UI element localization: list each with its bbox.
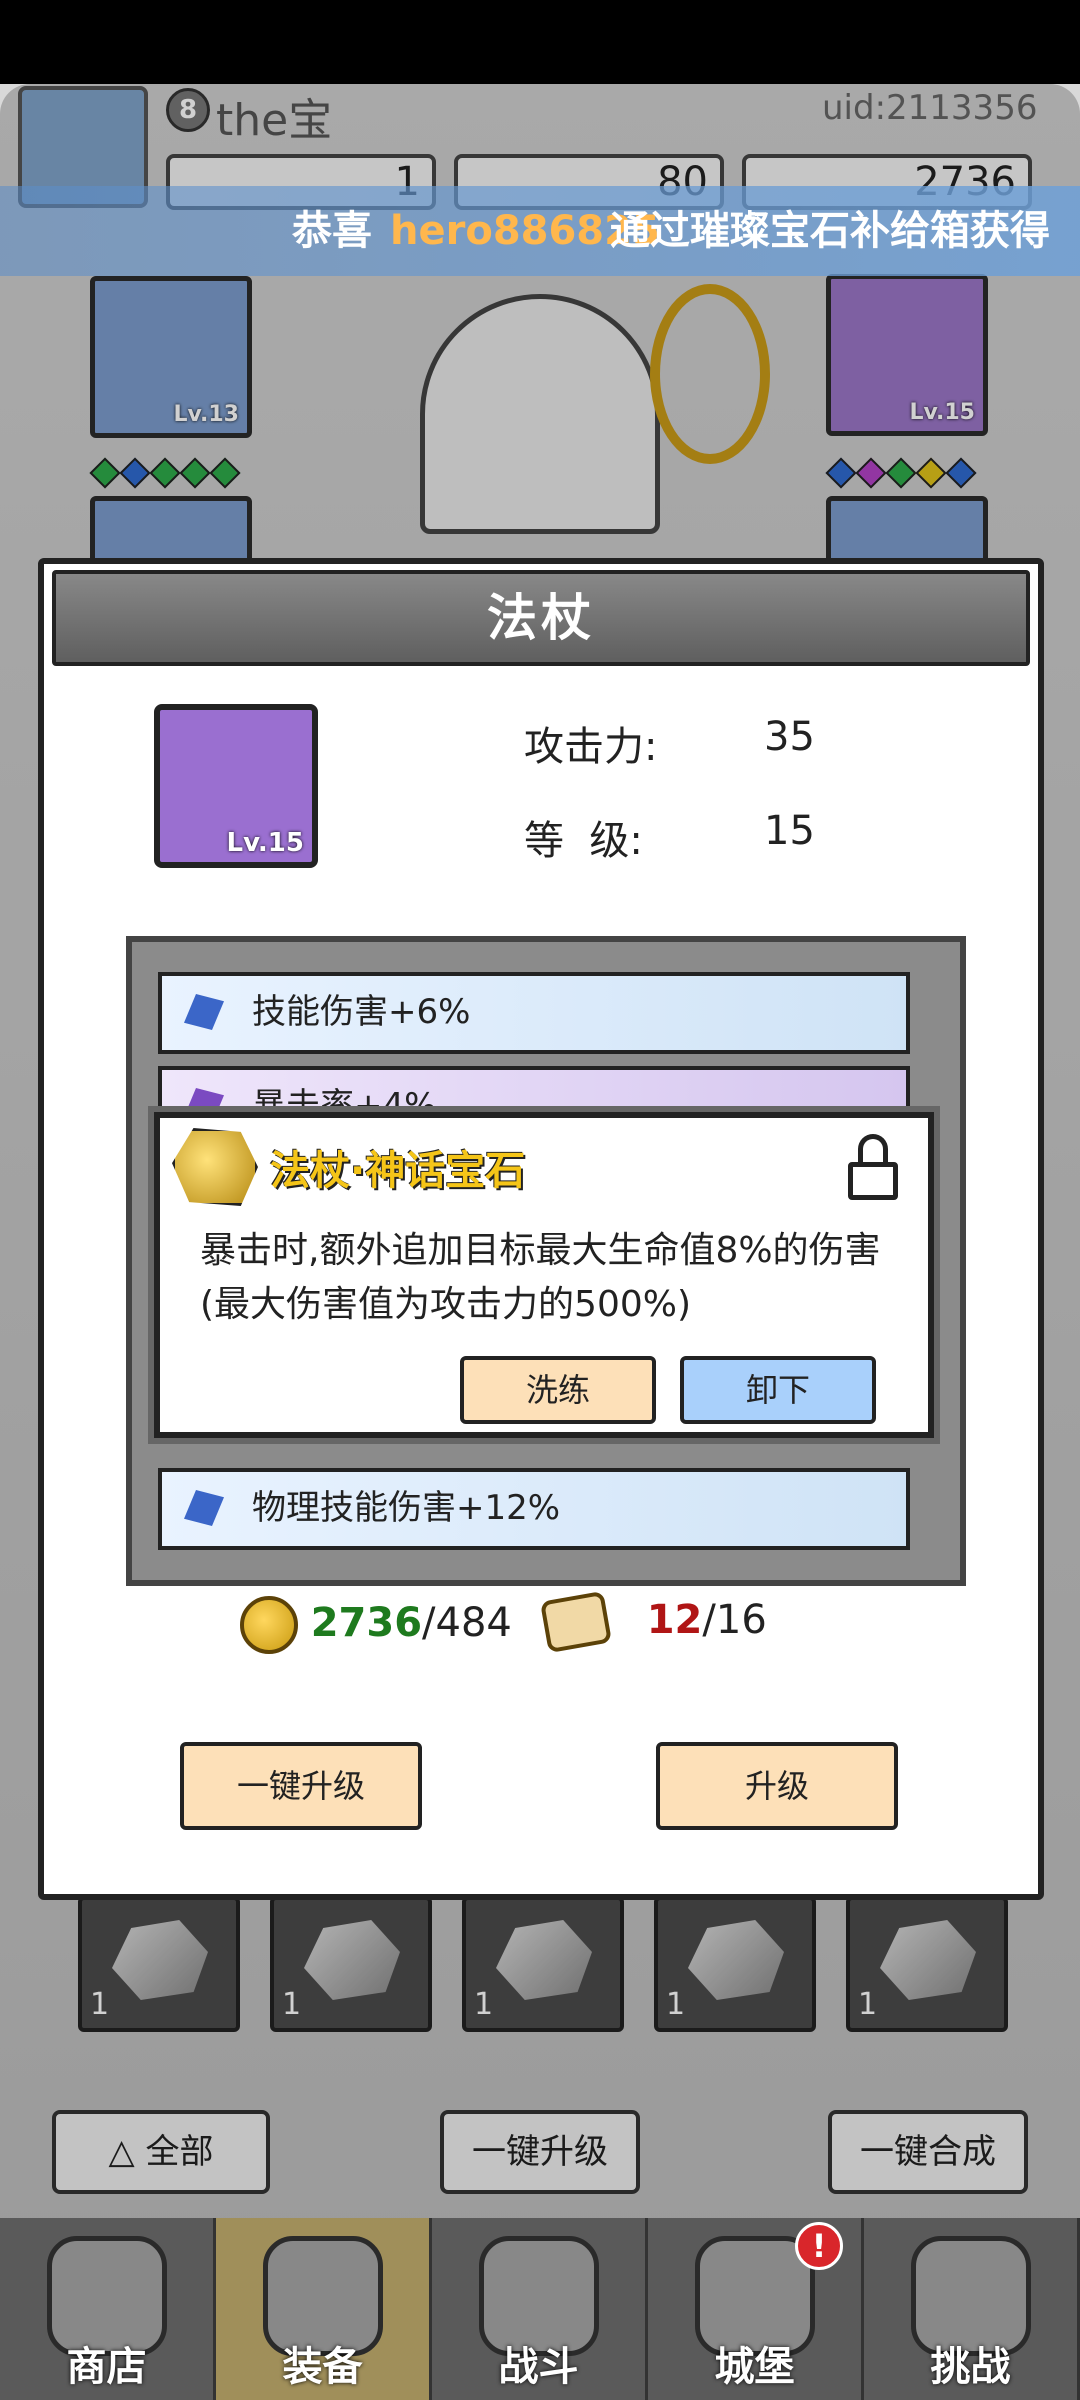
gem-popup-title: 法杖·神话宝石 xyxy=(270,1148,526,1194)
scroll-icon xyxy=(539,1590,613,1654)
gem-description: 暴击时,额外追加目标最大生命值8%的伤害(最大伤害值为攻击力的500%) xyxy=(200,1230,881,1325)
weapon-detail-modal: 法杖 Lv.15 攻击力: 35 等 级: 15 技能伤害+6% 暴击率+4% … xyxy=(38,558,1044,1900)
gem-icon xyxy=(184,994,224,1030)
gold-coin-icon xyxy=(240,1596,298,1654)
unequip-button[interactable]: 卸下 xyxy=(680,1356,876,1424)
announcement-marquee: 恭喜 hero886825 通过璀璨宝石补给箱获得 xyxy=(0,186,1080,276)
nav-battle[interactable]: 战斗 xyxy=(432,2218,648,2400)
gold-need: /484 xyxy=(422,1600,512,1646)
nav-equipment[interactable]: 装备 xyxy=(216,2218,432,2400)
one-key-upgrade-button[interactable]: 一键升级 xyxy=(180,1742,422,1830)
bottom-nav: 商店 装备 战斗 城堡 ! 挑战 xyxy=(0,2218,1080,2400)
mythic-gem-icon xyxy=(172,1128,258,1206)
attack-value: 35 xyxy=(764,714,815,760)
lock-icon[interactable] xyxy=(848,1134,898,1200)
level-label: 等 级: xyxy=(524,818,643,864)
weapon-level-badge: Lv.15 xyxy=(226,828,304,858)
scroll-need: /16 xyxy=(702,1597,767,1643)
marquee-prefix: 恭喜 xyxy=(292,208,372,254)
reforge-button[interactable]: 洗练 xyxy=(460,1356,656,1424)
gem-row[interactable]: 技能伤害+6% xyxy=(158,972,910,1054)
alert-badge-icon: ! xyxy=(795,2222,843,2270)
game-screen: 8 the宝 uid:2113356 1 80 2736 Lv.13 Lv.15… xyxy=(0,0,1080,2400)
gold-cost: 2736/484 xyxy=(240,1596,512,1654)
nav-castle[interactable]: 城堡 ! xyxy=(648,2218,864,2400)
upgrade-button[interactable]: 升级 xyxy=(656,1742,898,1830)
gem-detail-popup: 法杖·神话宝石 暴击时,额外追加目标最大生命值8%的伤害(最大伤害值为攻击力的5… xyxy=(154,1112,934,1438)
weapon-icon: Lv.15 xyxy=(154,704,318,868)
marquee-suffix: 通过璀璨宝石补给箱获得 xyxy=(610,208,1050,254)
modal-title: 法杖 xyxy=(52,570,1030,666)
attack-label: 攻击力: xyxy=(524,724,658,770)
nav-challenge[interactable]: 挑战 xyxy=(864,2218,1080,2400)
gem-row[interactable]: 物理技能伤害+12% xyxy=(158,1468,910,1550)
scroll-cost: 12/16 xyxy=(539,1590,767,1654)
status-bar-area xyxy=(0,0,1080,84)
level-value: 15 xyxy=(764,808,815,854)
nav-shop[interactable]: 商店 xyxy=(0,2218,216,2400)
gold-have: 2736 xyxy=(310,1600,423,1646)
scroll-have: 12 xyxy=(646,1597,703,1643)
gem-icon xyxy=(184,1490,224,1526)
